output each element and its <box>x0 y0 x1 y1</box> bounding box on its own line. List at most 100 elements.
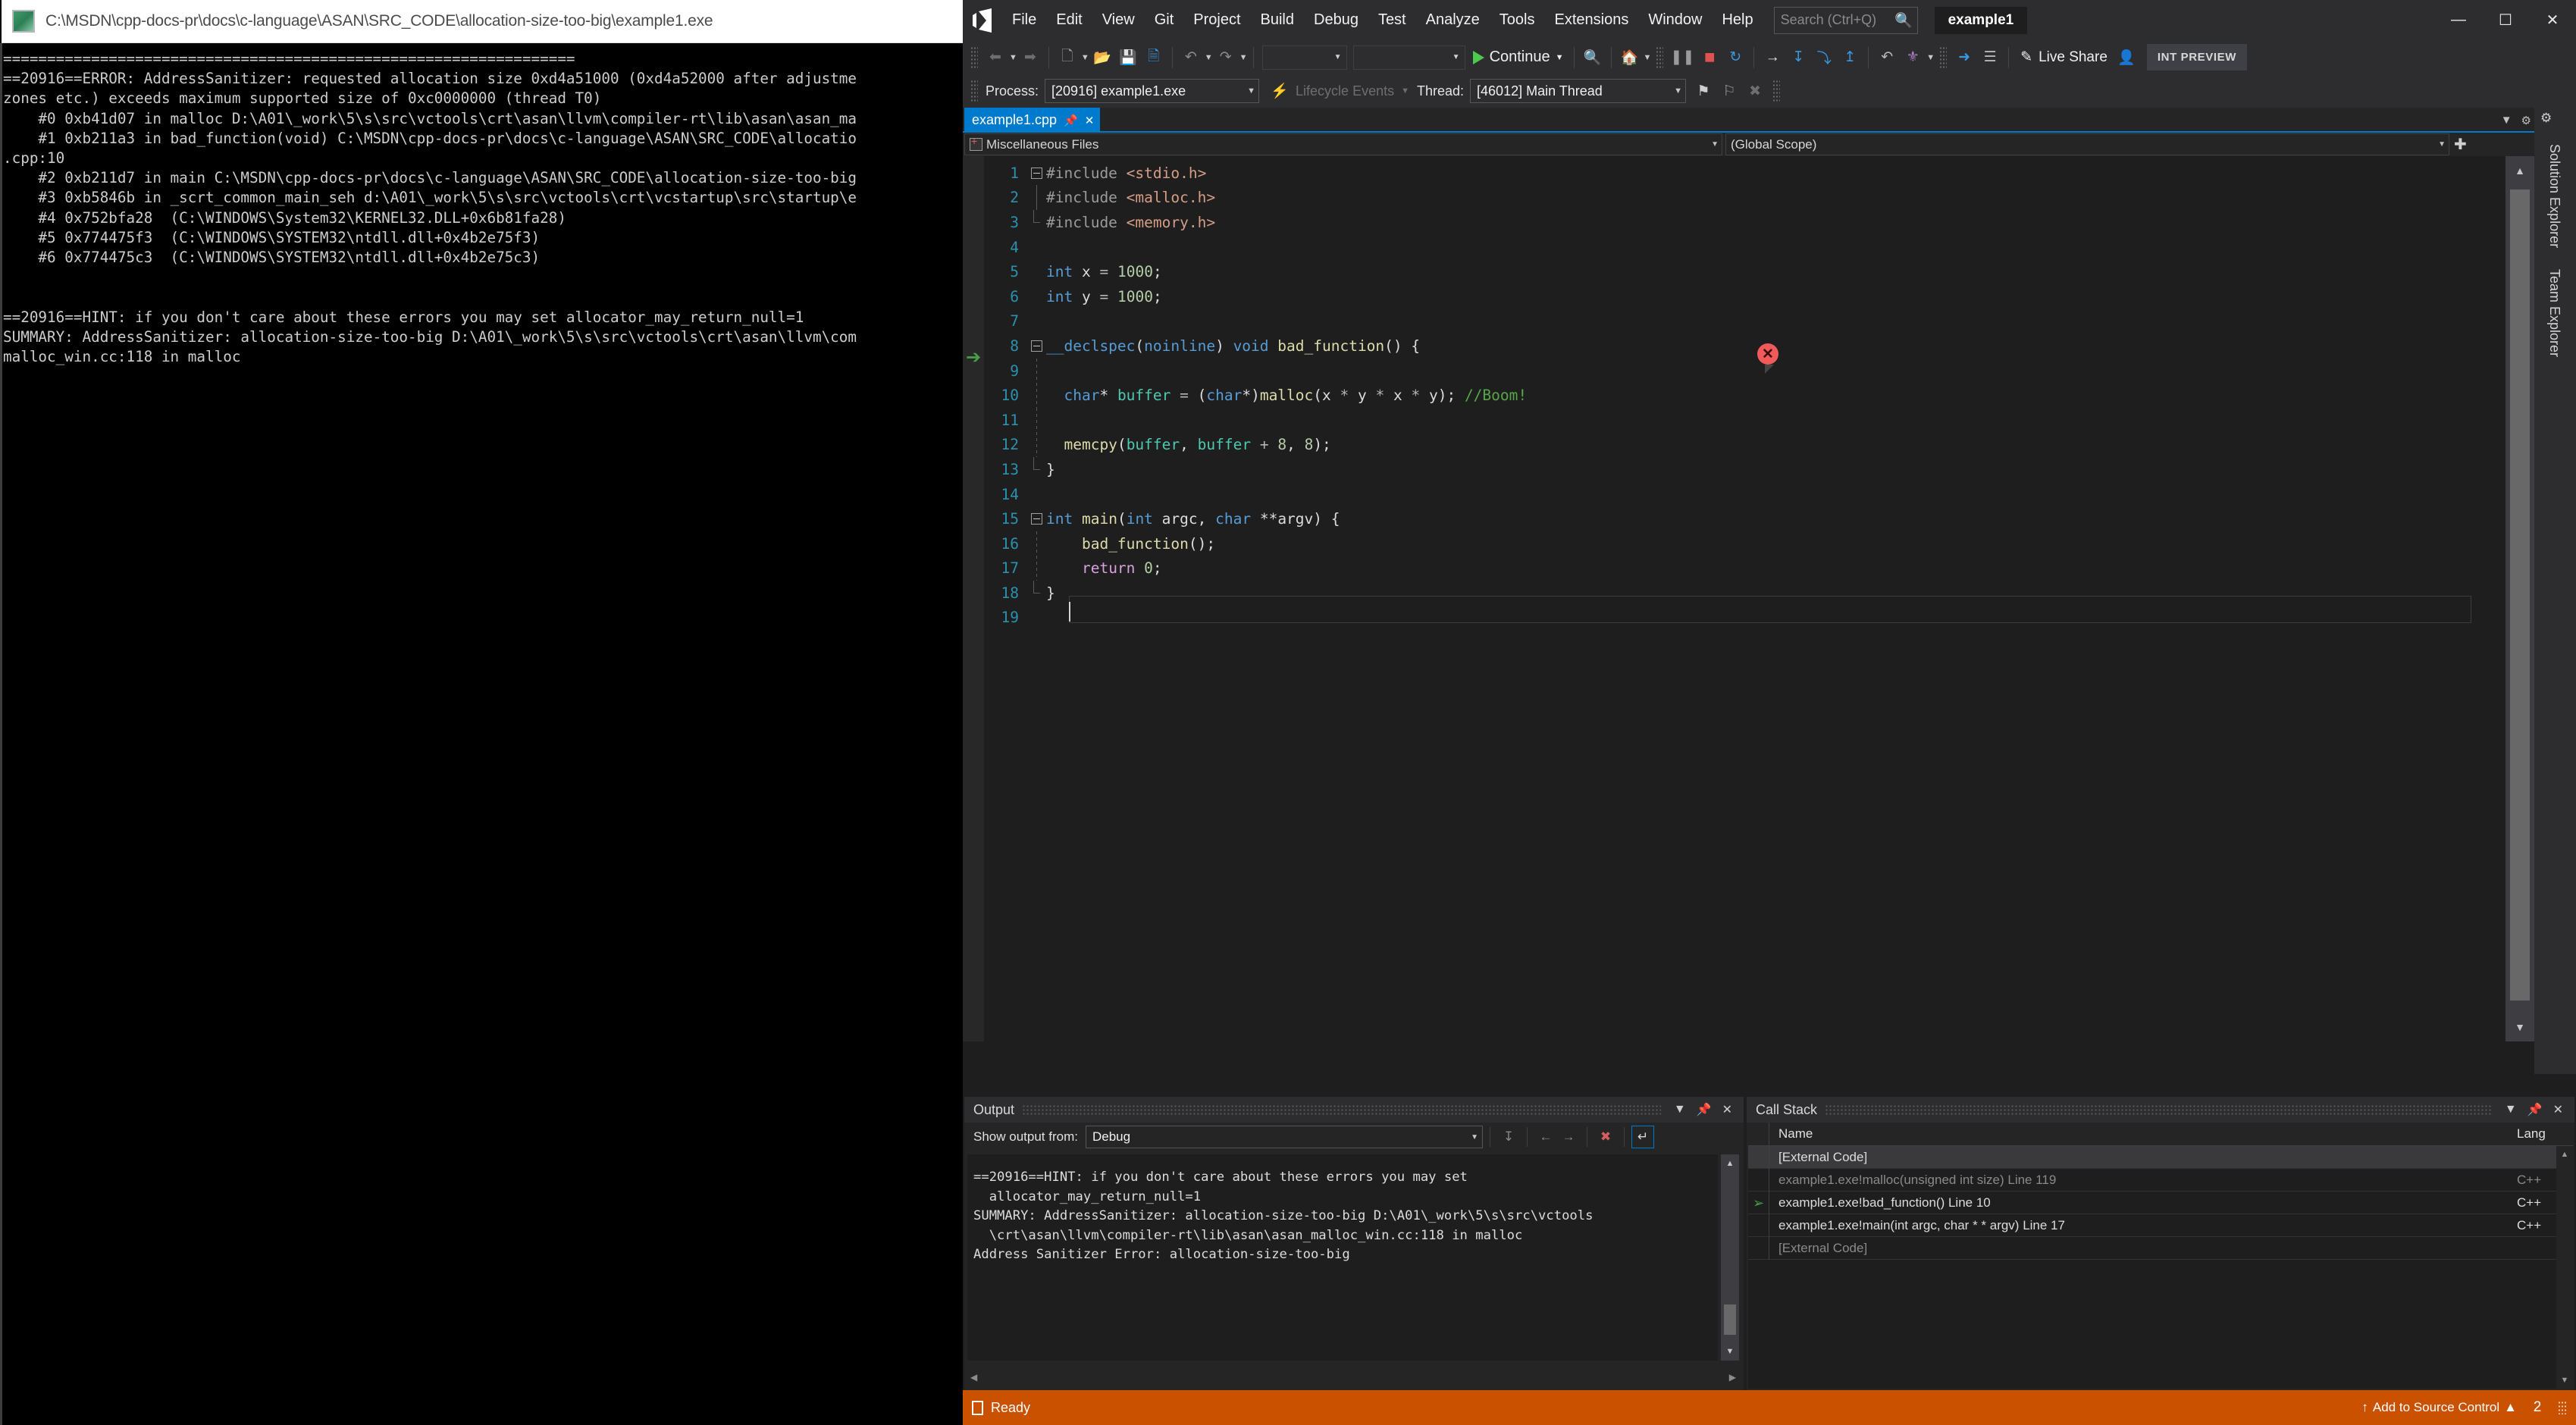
chevron-down-icon[interactable]: ▼ <box>1238 86 1255 96</box>
call-stack-row[interactable]: [External Code] <box>1748 1145 2573 1169</box>
call-stack-table[interactable]: Name Lang [External Code] example1.exe!ma… <box>1748 1122 2573 1389</box>
menu-item-help[interactable]: Help <box>1712 0 1763 40</box>
chevron-down-icon[interactable]: ▼ <box>2430 140 2446 149</box>
call-stack-row[interactable]: [External Code] <box>1748 1236 2573 1260</box>
code-line[interactable]: 4 <box>984 235 1527 260</box>
fold-indicator[interactable] <box>1026 340 1046 352</box>
toolbar-grip[interactable] <box>1939 45 1948 69</box>
save-all-icon[interactable]: 🗎 <box>1141 43 1167 72</box>
toolbar-grip[interactable] <box>1656 45 1664 69</box>
account-icon[interactable]: 👤 <box>2114 43 2139 72</box>
window-layout-caret-icon[interactable]: ▼ <box>1644 53 1652 62</box>
chevron-down-icon[interactable]: ▼ <box>1703 140 1719 149</box>
new-item-icon[interactable]: 🗋 <box>1055 43 1080 72</box>
word-wrap-icon[interactable]: ↵ <box>1631 1126 1654 1148</box>
pointer-icon[interactable]: ➜ <box>1951 43 1977 72</box>
list-icon[interactable]: ☰ <box>1977 43 2003 72</box>
gear-icon[interactable]: ⚙ <box>2540 111 2552 126</box>
scroll-up-icon[interactable]: ▲ <box>2505 156 2534 185</box>
window-layout-icon[interactable]: 🏠 <box>1617 43 1643 72</box>
menu-item-project[interactable]: Project <box>1183 0 1250 40</box>
code-line[interactable]: 11 <box>984 407 1527 433</box>
scroll-down-icon[interactable]: ▼ <box>2505 1013 2534 1041</box>
caret-up-icon[interactable]: ▲ <box>2504 1400 2517 1415</box>
chevron-down-icon[interactable]: ▼ <box>1453 53 1460 61</box>
chevron-down-icon[interactable]: ▼ <box>2501 114 2512 127</box>
error-marker-icon[interactable]: ✕ <box>1757 343 1778 365</box>
code-editor[interactable]: ➔ 1 #include <stdio.h> 2 #include <malloc.h… <box>963 156 2534 1041</box>
scroll-right-icon[interactable]: ▶ <box>1729 1372 1736 1383</box>
navigate-back-caret-icon[interactable]: ▼ <box>1009 53 1017 62</box>
chevron-down-icon[interactable]: ▼ <box>1471 1133 1478 1142</box>
pin-icon[interactable]: 📌 <box>2522 1102 2548 1117</box>
project-scope-combo[interactable]: Miscellaneous Files ▼ <box>964 133 1722 155</box>
restart-icon[interactable]: ↻ <box>1722 43 1748 72</box>
menu-item-test[interactable]: Test <box>1368 0 1416 40</box>
threads-icon[interactable]: ⚜ <box>1900 43 1926 72</box>
sidebar-item-solution-explorer[interactable]: Solution Explorer <box>2546 133 2562 258</box>
fold-indicator[interactable] <box>1026 513 1046 525</box>
menu-item-debug[interactable]: Debug <box>1304 0 1368 40</box>
glyph-margin[interactable] <box>963 156 984 1041</box>
code-line[interactable]: 14 <box>984 482 1527 507</box>
console-window[interactable]: C:\MSDN\cpp-docs-pr\docs\c-language\ASAN… <box>0 0 963 1425</box>
minimize-icon[interactable]: — <box>2435 0 2482 40</box>
close-icon[interactable]: ✕ <box>2529 0 2576 40</box>
redo-icon[interactable]: ↷ <box>1213 43 1239 72</box>
call-stack-row[interactable]: ➢ example1.exe!bad_function() Line 10 C++ <box>1748 1191 2573 1214</box>
column-header-lang[interactable]: Lang <box>2517 1126 2573 1142</box>
code-line[interactable]: 3 #include <memory.h> <box>984 210 1527 235</box>
thread-combo[interactable]: [46012] Main Thread ▼ <box>1470 79 1687 103</box>
clear-all-icon[interactable]: ✖ <box>1594 1126 1617 1148</box>
add-to-source-control-button[interactable]: ↑ Add to Source Control ▲ <box>2361 1400 2517 1415</box>
maximize-icon[interactable]: ☐ <box>2482 0 2529 40</box>
undo-navigation-icon[interactable]: ↶ <box>1874 43 1900 72</box>
call-stack-row[interactable]: example1.exe!malloc(unsigned int size) L… <box>1748 1168 2573 1192</box>
pin-icon[interactable]: 📌 <box>1691 1102 1717 1117</box>
output-horizontal-scrollbar[interactable]: ◀ ▶ <box>967 1369 1739 1386</box>
scroll-up-icon[interactable]: ▲ <box>1721 1154 1739 1173</box>
find-message-icon[interactable]: ↧ <box>1497 1126 1520 1148</box>
new-item-caret-icon[interactable]: ▼ <box>1081 53 1089 62</box>
output-vertical-scrollbar[interactable]: ▲ ▼ <box>1721 1154 1739 1361</box>
output-text[interactable]: ==20916==HINT: if you don't care about t… <box>967 1154 1718 1361</box>
chevron-down-icon[interactable]: ▼ <box>1556 53 1564 62</box>
resize-grip-icon[interactable] <box>2558 1401 2567 1414</box>
menu-item-edit[interactable]: Edit <box>1046 0 1092 40</box>
call-stack-row[interactable]: example1.exe!main(int argc, char * * arg… <box>1748 1214 2573 1237</box>
go-to-previous-icon[interactable]: ← <box>1534 1126 1557 1148</box>
chevron-down-icon[interactable]: ▼ <box>1665 86 1682 96</box>
toolbar-overflow-grip[interactable] <box>1772 80 1781 102</box>
show-next-statement-icon[interactable]: → <box>1760 43 1785 72</box>
add-icon[interactable]: ✚ <box>2454 135 2467 154</box>
undo-icon[interactable]: ↶ <box>1178 43 1204 72</box>
live-share-button[interactable]: ✎ Live Share <box>2014 43 2114 72</box>
notifications-icon[interactable]: 2 <box>2527 1398 2547 1417</box>
flag-icon[interactable]: ⚑ <box>1691 77 1716 105</box>
fold-indicator[interactable] <box>1026 167 1046 179</box>
step-over-icon[interactable]: ⤵ <box>1811 43 1837 72</box>
redo-caret-icon[interactable]: ▼ <box>1239 53 1248 62</box>
panel-drag-handle[interactable] <box>1825 1104 2492 1115</box>
code-line[interactable]: 12 memcpy(buffer, buffer + 8, 8); <box>984 432 1527 458</box>
menu-item-build[interactable]: Build <box>1251 0 1304 40</box>
menu-item-git[interactable]: Git <box>1145 0 1184 40</box>
break-all-icon[interactable]: ❚❚ <box>1668 43 1697 72</box>
sidebar-item-team-explorer[interactable]: Team Explorer <box>2546 258 2562 368</box>
call-stack-vertical-scrollbar[interactable]: ▲ ▼ <box>2556 1146 2573 1389</box>
scroll-up-icon[interactable]: ▲ <box>2556 1146 2573 1163</box>
close-icon[interactable]: ✕ <box>2548 1102 2568 1117</box>
process-combo[interactable]: [20916] example1.exe ▼ <box>1045 79 1260 103</box>
toolbar-grip[interactable] <box>970 80 978 102</box>
step-out-icon[interactable]: ↥ <box>1837 43 1863 72</box>
code-line[interactable]: 7 <box>984 309 1527 334</box>
open-file-icon[interactable]: 📂 <box>1089 43 1115 72</box>
menu-item-window[interactable]: Window <box>1638 0 1712 40</box>
menu-item-file[interactable]: File <box>1002 0 1046 40</box>
output-source-combo[interactable]: Debug ▼ <box>1085 1126 1483 1148</box>
toolbar-grip[interactable] <box>970 45 978 69</box>
scroll-down-icon[interactable]: ▼ <box>2556 1372 2573 1389</box>
attach-to-process-icon[interactable]: 🔍 <box>1580 43 1606 72</box>
close-icon[interactable]: ✕ <box>1717 1102 1738 1117</box>
menu-item-view[interactable]: View <box>1092 0 1145 40</box>
